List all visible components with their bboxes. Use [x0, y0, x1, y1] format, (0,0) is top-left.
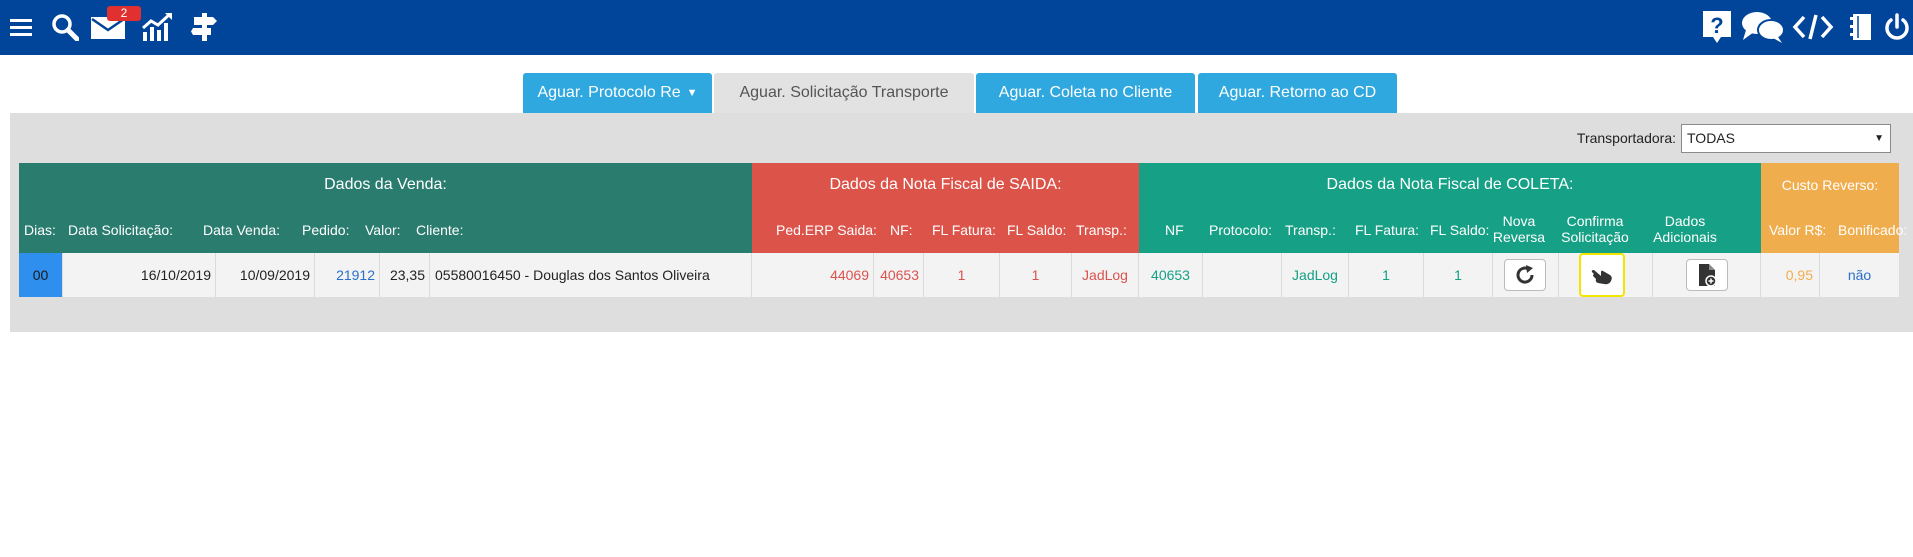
group-header-saida: Dados da Nota Fiscal de SAIDA:: [752, 163, 1139, 253]
col-ped-erp-saida: Ped.ERP Saida:: [776, 222, 877, 238]
col-data-solicitacao: Data Solicitação:: [68, 222, 174, 238]
transportadora-select[interactable]: TODAS ▼: [1681, 123, 1891, 153]
dropdown-arrow-icon: ▼: [1874, 132, 1884, 144]
group-header-custo: Custo Reverso:: [1761, 163, 1899, 253]
file-add-icon: [1699, 264, 1717, 287]
notification-badge: 2: [107, 6, 141, 21]
cell-protocolo: [1203, 253, 1282, 297]
cell-pedido[interactable]: 21912: [315, 253, 380, 297]
col-nf-coleta: NF: [1165, 222, 1184, 238]
col-pedido: Pedido:: [302, 222, 350, 238]
tab-aguar-retorno-cd[interactable]: Aguar. Retorno ao CD: [1198, 73, 1397, 113]
col-transp-coleta: Transp.:: [1285, 222, 1336, 238]
cell-valor: 23,35: [380, 253, 430, 297]
cell-data-venda: 10/09/2019: [216, 253, 315, 297]
nova-reversa-button[interactable]: [1504, 259, 1546, 291]
cell-fl-fatura-coleta: 1: [1349, 253, 1424, 297]
cell-bonificado: não: [1847, 267, 1872, 283]
help-icon[interactable]: ?: [1700, 8, 1734, 46]
caret-down-icon: ▼: [686, 87, 698, 99]
col-valor-rs: Valor R$:: [1769, 222, 1827, 238]
tab-aguar-solicitacao-transporte[interactable]: Aguar. Solicitação Transporte: [714, 73, 974, 113]
group-title: Custo Reverso:: [1781, 177, 1879, 193]
cell-nova-reversa: [1493, 253, 1559, 297]
col-cliente: Cliente:: [416, 222, 464, 238]
dados-adicionais-button[interactable]: [1686, 259, 1728, 291]
select-value: TODAS: [1687, 129, 1735, 146]
col-valor: Valor:: [365, 222, 401, 238]
col-nova-reversa-line2: Reversa: [1492, 229, 1546, 245]
cell-transp: JadLog: [1072, 253, 1139, 297]
signpost-icon[interactable]: [191, 8, 219, 46]
notebook-icon[interactable]: [1848, 8, 1874, 46]
tab-aguar-protocolo[interactable]: Aguar. Protocolo Re ▼: [523, 73, 712, 113]
table-row[interactable]: 00 16/10/2019 10/09/2019 21912 23,35 055…: [19, 253, 1899, 297]
col-confirma-line1: Confirma: [1566, 213, 1624, 229]
tab-label: Aguar. Solicitação Transporte: [739, 84, 949, 101]
transportadora-label: Transportadora:: [1576, 130, 1676, 146]
tab-label: Aguar. Coleta no Cliente: [998, 84, 1173, 101]
col-confirma-solicitacao: Confirma Solicitação: [1556, 213, 1634, 245]
search-icon[interactable]: [51, 8, 79, 46]
hand-pointer-icon: [1591, 270, 1612, 285]
confirma-solicitacao-button[interactable]: [1579, 253, 1625, 297]
chat-icon[interactable]: [1740, 8, 1786, 46]
col-transp: Transp.:: [1076, 222, 1127, 238]
group-title: Dados da Nota Fiscal de COLETA:: [1326, 176, 1574, 193]
col-confirma-line2: Solicitação: [1561, 229, 1629, 245]
tab-label: Aguar. Protocolo Re: [537, 84, 681, 101]
group-header-venda: Dados da Venda:: [19, 163, 752, 253]
refresh-icon: [1516, 265, 1534, 284]
cell-nf-coleta: 40653: [1139, 253, 1203, 297]
group-title: Dados da Nota Fiscal de SAIDA:: [829, 176, 1062, 193]
col-data-venda: Data Venda:: [203, 222, 281, 238]
menu-icon[interactable]: [8, 8, 34, 46]
col-fl-fatura: FL Fatura:: [932, 222, 997, 238]
code-icon[interactable]: [1792, 8, 1834, 46]
col-protocolo: Protocolo:: [1209, 222, 1273, 238]
cell-confirma-solicitacao: [1559, 253, 1653, 297]
cell-ped-erp-saida: 44069: [752, 253, 874, 297]
transportadora-filter: Transportadora: TODAS ▼: [1577, 123, 1891, 153]
col-fl-saldo-coleta: FL Saldo:: [1430, 222, 1490, 238]
col-dias: Dias:: [24, 222, 56, 238]
col-dados-adicionais-line1: Dados: [1664, 213, 1706, 229]
col-dados-adicionais: Dados Adicionais: [1647, 213, 1723, 245]
col-fl-fatura-coleta: FL Fatura:: [1355, 222, 1420, 238]
cell-fl-fatura: 1: [924, 253, 1000, 297]
col-fl-saldo: FL Saldo:: [1007, 222, 1067, 238]
tab-label: Aguar. Retorno ao CD: [1218, 84, 1377, 101]
col-nova-reversa: Nova Reversa: [1489, 213, 1549, 245]
cell-valor-rs: 0,95: [1761, 253, 1820, 297]
tab-bar: Aguar. Protocolo Re ▼ Aguar. Solicitação …: [0, 73, 1913, 113]
chart-icon[interactable]: [141, 8, 173, 46]
cell-dias: 00: [19, 253, 63, 297]
group-title: Dados da Venda:: [324, 176, 447, 193]
cell-nf: 40653: [874, 253, 924, 297]
col-dados-adicionais-line2: Adicionais: [1653, 229, 1717, 245]
col-nf: NF:: [890, 222, 913, 238]
cell-dados-adicionais: [1653, 253, 1761, 297]
tab-aguar-coleta-cliente[interactable]: Aguar. Coleta no Cliente: [976, 73, 1195, 113]
cell-fl-saldo: 1: [1000, 253, 1072, 297]
svg-text:?: ?: [1710, 13, 1723, 38]
top-navbar: 2 ?: [0, 0, 1913, 55]
cell-fl-saldo-coleta: 1: [1424, 253, 1493, 297]
cell-transp-coleta: JadLog: [1282, 253, 1349, 297]
power-icon[interactable]: [1884, 8, 1910, 46]
cell-data-solicitacao: 16/10/2019: [63, 253, 216, 297]
col-nova-reversa-line1: Nova: [1502, 213, 1536, 229]
col-bonificado: Bonificado:: [1838, 222, 1908, 238]
cell-cliente: 05580016450 - Douglas dos Santos Oliveir…: [430, 253, 752, 297]
